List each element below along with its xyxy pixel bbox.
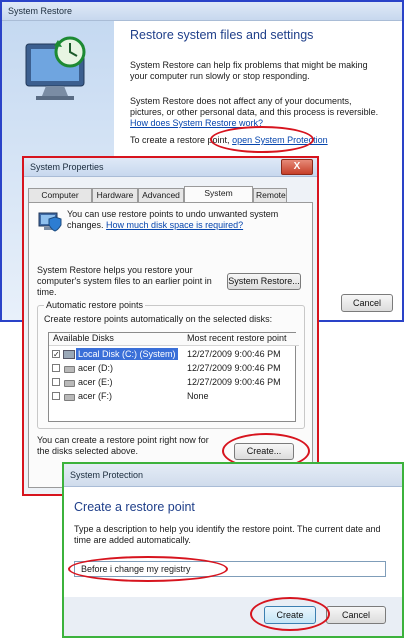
titlebar[interactable]: System Restore <box>2 2 402 21</box>
titlebar[interactable]: System Protection <box>64 464 402 487</box>
shield-computer-icon <box>37 209 63 233</box>
restore-description: System Restore helps you restore your co… <box>37 265 212 297</box>
disk-name: Local Disk (C:) (System) <box>76 348 178 360</box>
system-protection-window: System Protection Create a restore point… <box>62 462 404 638</box>
description: Type a description to help you identify … <box>74 524 381 545</box>
disk-name: acer (D:) <box>78 363 114 373</box>
heading: Restore system files and settings <box>130 28 314 42</box>
info-text: You can use restore points to undo unwan… <box>67 209 309 231</box>
description-3: To create a restore point, open System P… <box>130 135 380 146</box>
table-row[interactable]: acer (E:) 12/27/2009 9:00:46 PM <box>49 376 295 388</box>
restore-point-date: 12/27/2009 9:00:46 PM <box>187 377 281 387</box>
description-1: System Restore can help fix problems tha… <box>130 60 368 81</box>
tab-advanced[interactable]: Advanced <box>138 188 184 202</box>
disk-icon <box>64 380 75 387</box>
create-description: You can create a restore point right now… <box>37 435 209 456</box>
table-row[interactable]: acer (D:) 12/27/2009 9:00:46 PM <box>49 362 295 374</box>
titlebar[interactable]: System Properties X <box>24 158 317 177</box>
restore-point-date: 12/27/2009 9:00:46 PM <box>187 363 281 373</box>
tab-remote[interactable]: Remote <box>253 188 287 202</box>
description-2-text: System Restore does not affect any of yo… <box>130 96 379 117</box>
window-title: System Restore <box>8 6 73 16</box>
tab-hardware[interactable]: Hardware <box>92 188 138 202</box>
system-properties-window: System Properties X Computer Name Hardwa… <box>22 156 319 496</box>
table-header-disks[interactable]: Available Disks <box>49 333 184 346</box>
restore-point-description-input[interactable]: Before i change my registry <box>74 561 386 577</box>
disk-table[interactable]: Available Disks Most recent restore poin… <box>48 332 299 422</box>
disk-icon <box>64 366 75 373</box>
cancel-button[interactable]: Cancel <box>326 606 386 624</box>
restore-point-date: None <box>187 391 209 401</box>
window-title: System Protection <box>70 470 144 480</box>
close-button[interactable]: X <box>281 159 313 175</box>
disk-checkbox-d[interactable] <box>52 364 60 372</box>
description-3-text: To create a restore point, <box>130 135 230 145</box>
description-2: System Restore does not affect any of yo… <box>130 96 380 129</box>
automatic-restore-points-group: Automatic restore points Create restore … <box>37 300 305 429</box>
how-restore-works-link[interactable]: How does System Restore work? <box>130 118 263 128</box>
cancel-button[interactable]: Cancel <box>341 294 393 312</box>
group-label: Automatic restore points <box>44 300 146 310</box>
window-title: System Properties <box>30 162 104 172</box>
tab-panel: You can use restore points to undo unwan… <box>28 202 313 488</box>
disk-checkbox-c[interactable]: ✓ <box>52 350 60 359</box>
disk-space-link[interactable]: How much disk space is required? <box>106 220 243 230</box>
disk-icon <box>64 394 75 401</box>
tab-system-protection[interactable]: System Protection <box>184 186 253 211</box>
disk-checkbox-f[interactable] <box>52 392 60 400</box>
table-row[interactable]: ✓ Local Disk (C:) (System) 12/27/2009 9:… <box>49 348 295 360</box>
create-button[interactable]: Create... <box>234 443 294 460</box>
system-restore-icon <box>18 32 98 104</box>
tab-computer-name[interactable]: Computer Name <box>28 188 92 213</box>
system-restore-button[interactable]: System Restore... <box>227 273 301 290</box>
disk-name: acer (E:) <box>78 377 113 387</box>
create-button[interactable]: Create <box>264 606 316 624</box>
restore-point-date: 12/27/2009 9:00:46 PM <box>187 349 281 359</box>
heading: Create a restore point <box>74 500 195 514</box>
disk-name: acer (F:) <box>78 391 113 401</box>
group-description: Create restore points automatically on t… <box>44 314 273 324</box>
system-disk-icon <box>63 350 75 359</box>
table-header-restore-point[interactable]: Most recent restore point <box>183 333 299 346</box>
open-system-protection-link[interactable]: open System Protection <box>232 135 328 145</box>
table-row[interactable]: acer (F:) None <box>49 390 295 402</box>
tab-strip: Computer Name Hardware Advanced System P… <box>28 186 313 213</box>
disk-checkbox-e[interactable] <box>52 378 60 386</box>
